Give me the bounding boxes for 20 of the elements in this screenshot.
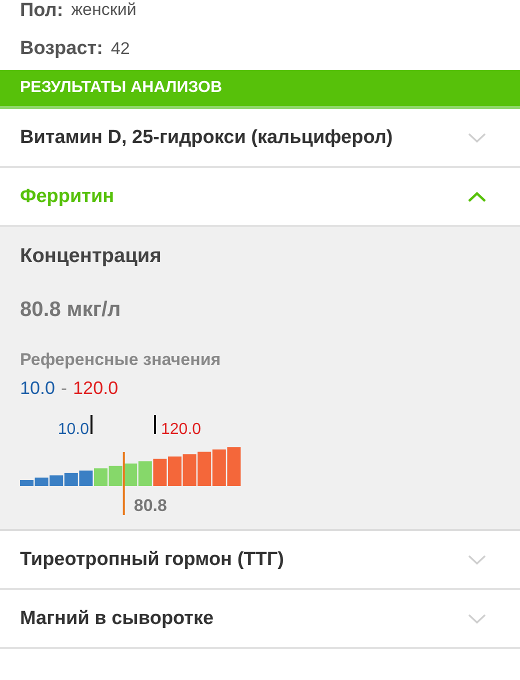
field-value: 42 <box>110 39 130 59</box>
field-value: женский <box>71 0 136 20</box>
marker-value-label: 80.8 <box>134 496 167 515</box>
field-label: Возраст: <box>20 38 103 60</box>
chevron-down-icon <box>468 132 486 142</box>
metric-title: Концентрация <box>20 245 162 268</box>
reference-label: Референсные значения <box>20 350 222 370</box>
range-high: 120.0 <box>73 378 118 399</box>
high-bound-label: 120.0 <box>161 421 202 438</box>
section-header: РЕЗУЛЬТАТЫ АНАЛИЗОВ <box>0 70 520 109</box>
chevron-down-icon <box>468 554 486 564</box>
range-low: 10.0 <box>20 378 56 399</box>
field-label: Пол: <box>20 0 64 22</box>
chevron-up-icon <box>468 192 486 202</box>
range-separator: - <box>61 378 68 399</box>
range-tick <box>154 415 156 434</box>
result-value: 80.8 мкг/л <box>20 298 122 322</box>
range-tick <box>90 415 92 434</box>
chevron-down-icon <box>468 614 486 624</box>
low-bound-label: 10.0 <box>58 421 89 438</box>
